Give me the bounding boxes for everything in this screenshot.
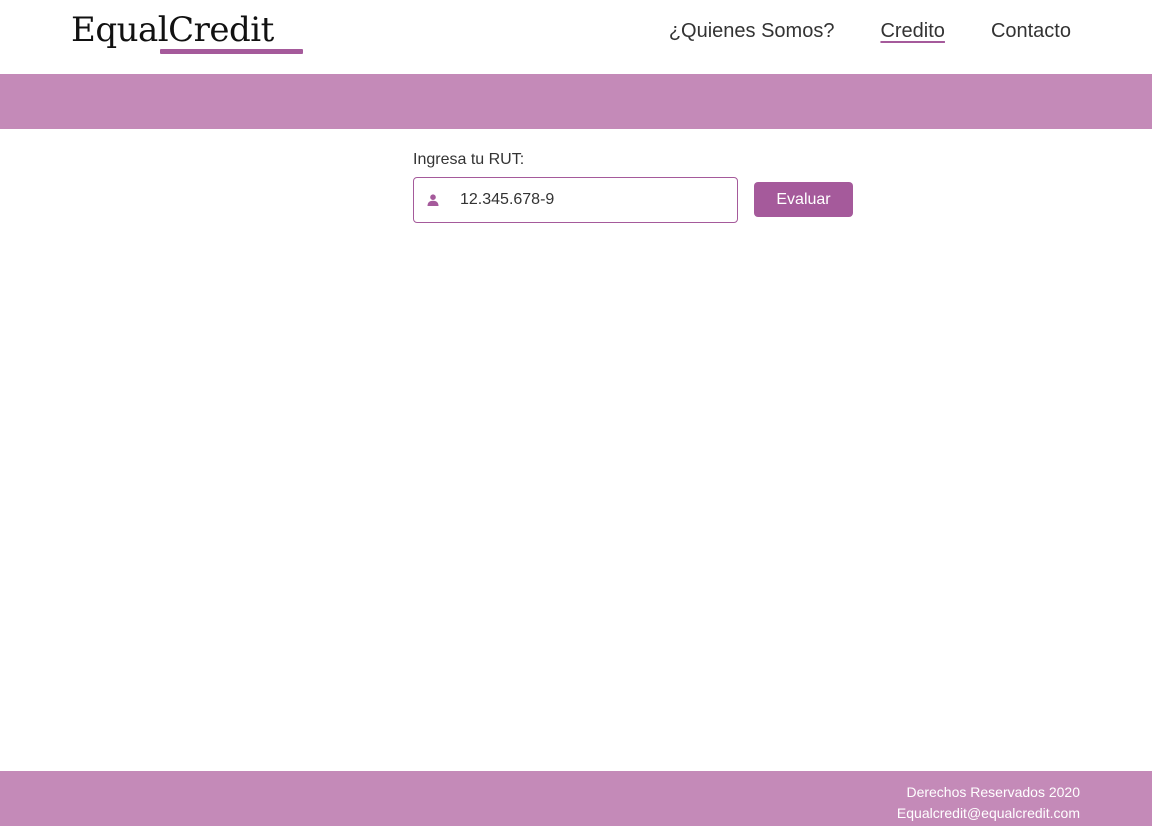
main-nav: ¿Quienes Somos? Credito Contacto xyxy=(669,20,1071,43)
logo[interactable]: EqualCredit xyxy=(71,10,274,50)
rut-field[interactable] xyxy=(413,177,738,223)
evaluate-button[interactable]: Evaluar xyxy=(754,182,853,217)
footer-text: Derechos Reservados 2020 Equalcredit@equ… xyxy=(897,782,1080,824)
rut-input[interactable] xyxy=(460,178,730,222)
top-banner xyxy=(0,74,1152,129)
user-icon xyxy=(427,194,439,206)
footer-rights: Derechos Reservados 2020 xyxy=(906,784,1080,800)
logo-underline xyxy=(160,49,303,54)
rut-label: Ingresa tu RUT: xyxy=(413,151,525,168)
nav-link-quienes-somos[interactable]: ¿Quienes Somos? xyxy=(669,20,835,43)
nav-link-contacto[interactable]: Contacto xyxy=(991,20,1071,43)
nav-link-credito[interactable]: Credito xyxy=(880,20,944,43)
site-header: EqualCredit ¿Quienes Somos? Credito Cont… xyxy=(0,0,1152,74)
footer-email[interactable]: Equalcredit@equalcredit.com xyxy=(897,803,1080,824)
site-footer: Derechos Reservados 2020 Equalcredit@equ… xyxy=(0,771,1152,826)
